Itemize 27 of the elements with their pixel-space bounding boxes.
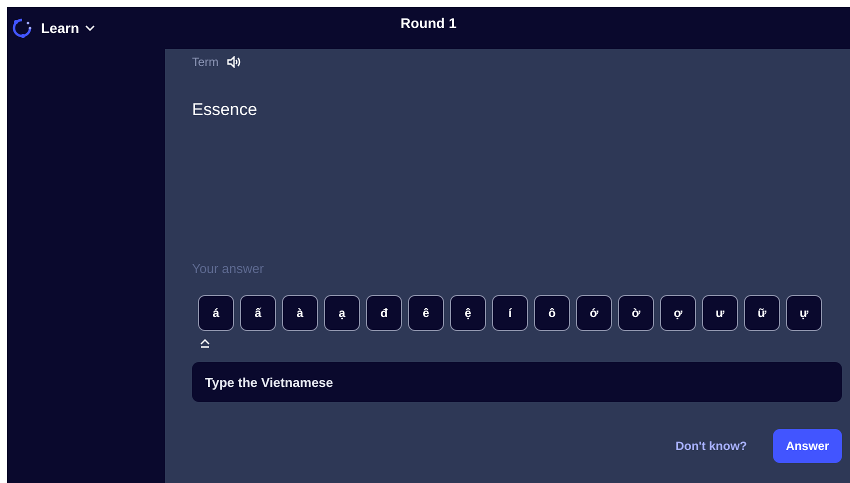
- round-title: Round 1: [400, 14, 456, 33]
- accent-key[interactable]: í: [492, 295, 528, 331]
- accent-key[interactable]: à: [282, 295, 318, 331]
- accent-key[interactable]: ô: [534, 295, 570, 331]
- accent-key[interactable]: đ: [366, 295, 402, 331]
- answer-field[interactable]: Type the Vietnamese: [192, 362, 842, 402]
- accent-key[interactable]: ệ: [450, 295, 486, 331]
- accent-key[interactable]: ạ: [324, 295, 360, 331]
- accent-key[interactable]: ư: [702, 295, 738, 331]
- accent-key[interactable]: á: [198, 295, 234, 331]
- collapse-icon[interactable]: [200, 339, 210, 348]
- loading-ring-icon: [11, 17, 33, 39]
- accent-key[interactable]: ấ: [240, 295, 276, 331]
- accent-key[interactable]: ự: [786, 295, 822, 331]
- answer-button[interactable]: Answer: [773, 429, 842, 463]
- accent-key[interactable]: ê: [408, 295, 444, 331]
- term-text: Essence: [192, 99, 258, 121]
- learn-menu-button[interactable]: Learn: [41, 18, 96, 38]
- accent-key[interactable]: ữ: [744, 295, 780, 331]
- chevron-down-icon: [85, 25, 96, 31]
- speaker-icon[interactable]: [226, 56, 241, 68]
- answer-label: Your answer: [192, 260, 265, 278]
- accent-key[interactable]: ờ: [618, 295, 654, 331]
- dont-know-link[interactable]: Don't know?: [675, 437, 747, 455]
- accent-key[interactable]: ớ: [576, 295, 612, 331]
- term-label: Term: [192, 54, 219, 71]
- accent-key[interactable]: ợ: [660, 295, 696, 331]
